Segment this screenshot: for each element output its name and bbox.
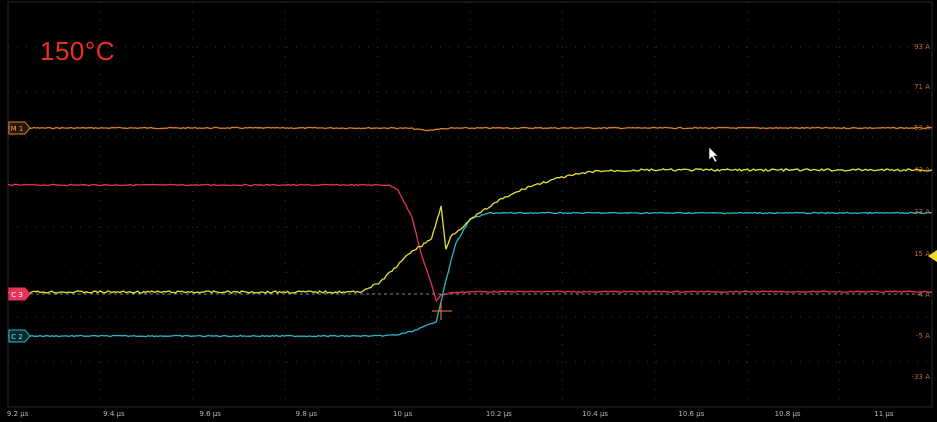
right-axis-label: -4 A (916, 291, 930, 299)
right-axis-label: 33 A (914, 208, 930, 216)
x-tick-label: 10.2 µs (486, 410, 512, 418)
x-tick-label: 10.6 µs (678, 410, 704, 418)
x-tick-label: 10 µs (393, 410, 413, 418)
right-axis-label: -33 A (912, 373, 931, 381)
right-axis-label: -5 A (916, 332, 930, 340)
x-tick-label: 10.8 µs (775, 410, 801, 418)
channel-marker-0[interactable]: M 1 (8, 121, 31, 135)
x-tick-label: 9.8 µs (296, 410, 318, 418)
channel-marker-label: C 2 (11, 333, 23, 341)
channel-marker-label: C 3 (11, 291, 23, 299)
x-tick-label: 11 µs (874, 410, 894, 418)
channel-marker-1[interactable]: C 3 (8, 287, 31, 301)
right-axis-label: 43 A (914, 166, 930, 174)
right-axis-label: 93 A (914, 43, 930, 51)
chart-background (0, 0, 937, 422)
oscilloscope-chart: 9.2 µs 9.4 µs 9.6 µs 9.8 µs 10 µs 10.2 µs 10.4… (0, 0, 937, 422)
right-axis-label: 53 A (914, 124, 930, 132)
x-tick-label: 10.4 µs (582, 410, 608, 418)
right-axis-label: 15 A (914, 250, 930, 258)
channel-marker-label: M 1 (11, 125, 24, 133)
right-axis-label: 71 A (914, 83, 930, 91)
x-tick-label: 9.6 µs (199, 410, 221, 418)
x-tick-label: 9.4 µs (103, 410, 125, 418)
channel-marker-2[interactable]: C 2 (8, 329, 31, 343)
temperature-annotation: 150°C (40, 36, 116, 66)
x-tick-label: 9.2 µs (7, 410, 29, 418)
